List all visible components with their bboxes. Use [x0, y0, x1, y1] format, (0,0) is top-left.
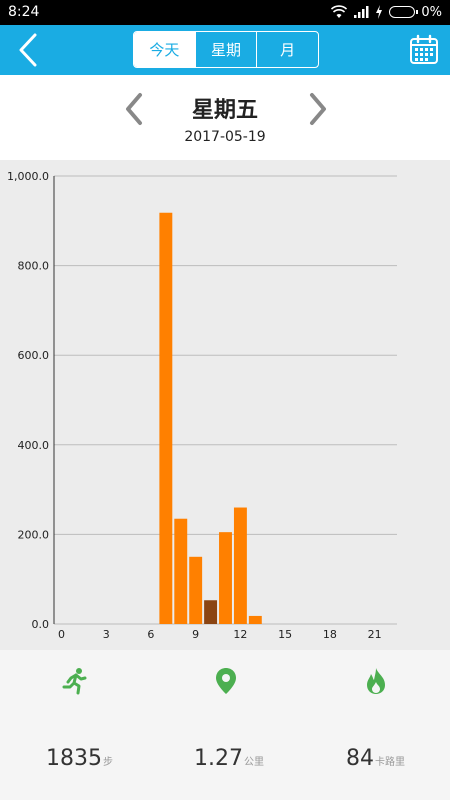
calendar-button[interactable]	[408, 34, 440, 66]
running-person-icon	[60, 666, 90, 696]
y-tick-label: 200.0	[18, 528, 50, 541]
hourly-steps-chart: 0.0 200.0 400.0 600.0 800.0 1,000.0 0 3 6 9 12 15 18…	[0, 160, 450, 650]
bar-chart: 0.0 200.0 400.0 600.0 800.0 1,000.0 0 3 6 9 12 15 18…	[7, 170, 397, 641]
tab-today[interactable]: 今天	[134, 32, 195, 67]
distance-stat: 1.27 公里	[194, 746, 264, 771]
day-navigation: 星期五 2017-05-19	[0, 75, 450, 160]
x-tick-label: 3	[103, 628, 110, 641]
calories-value: 84	[346, 746, 374, 771]
bar-hour-9	[189, 556, 203, 624]
y-tick-label: 0.0	[32, 618, 50, 631]
battery-icon	[389, 6, 419, 18]
location-pin-icon	[211, 666, 241, 696]
period-selector: 今天 星期 月	[133, 31, 319, 68]
y-tick-label: 800.0	[18, 260, 50, 273]
x-tick-label: 0	[58, 628, 65, 641]
x-tick-label: 15	[278, 628, 292, 641]
x-tick-label: 9	[192, 628, 199, 641]
summary-stats: 1835 步 1.27 公里 84 卡路里	[0, 650, 450, 800]
x-tick-label: 6	[147, 628, 154, 641]
day-name: 星期五	[191, 98, 258, 123]
app-header: 今天 星期 月	[0, 25, 450, 75]
bar-hour-13	[248, 615, 262, 624]
distance-value: 1.27	[194, 746, 243, 771]
chevron-left-icon	[19, 33, 37, 67]
x-tick-label: 18	[323, 628, 337, 641]
chevron-right-icon	[310, 93, 326, 125]
status-time: 8:24	[8, 4, 40, 20]
calendar-icon	[410, 34, 438, 64]
x-tick-label: 21	[368, 628, 382, 641]
y-tick-label: 600.0	[18, 349, 50, 362]
tab-week[interactable]: 星期	[194, 32, 257, 67]
bar-hour-8	[174, 518, 188, 624]
distance-unit: 公里	[243, 757, 264, 768]
status-indicators: 0%	[331, 3, 442, 21]
battery-percent: 0%	[421, 4, 442, 20]
status-bar: 8:24 0%	[0, 0, 450, 25]
bar-hour-10	[204, 600, 218, 624]
steps-value: 1835	[46, 746, 102, 771]
tab-month[interactable]: 月	[256, 32, 318, 67]
bar-hour-11	[219, 532, 232, 624]
steps-unit: 步	[103, 757, 113, 768]
back-button[interactable]	[8, 31, 48, 69]
day-date: 2017-05-19	[184, 129, 266, 145]
signal-icon	[354, 6, 369, 18]
calories-stat: 84 卡路里	[346, 746, 405, 771]
x-tick-label: 12	[233, 628, 247, 641]
steps-stat: 1835 步	[46, 746, 113, 771]
y-tick-label: 1,000.0	[7, 170, 49, 183]
charging-bolt-icon	[376, 5, 383, 19]
bar-hour-7	[159, 212, 173, 624]
next-day-button[interactable]	[302, 89, 332, 129]
y-tick-label: 400.0	[18, 439, 50, 452]
flame-icon	[361, 666, 391, 696]
wifi-icon	[331, 5, 348, 18]
calories-unit: 卡路里	[375, 757, 405, 768]
bar-hour-12	[233, 507, 247, 624]
